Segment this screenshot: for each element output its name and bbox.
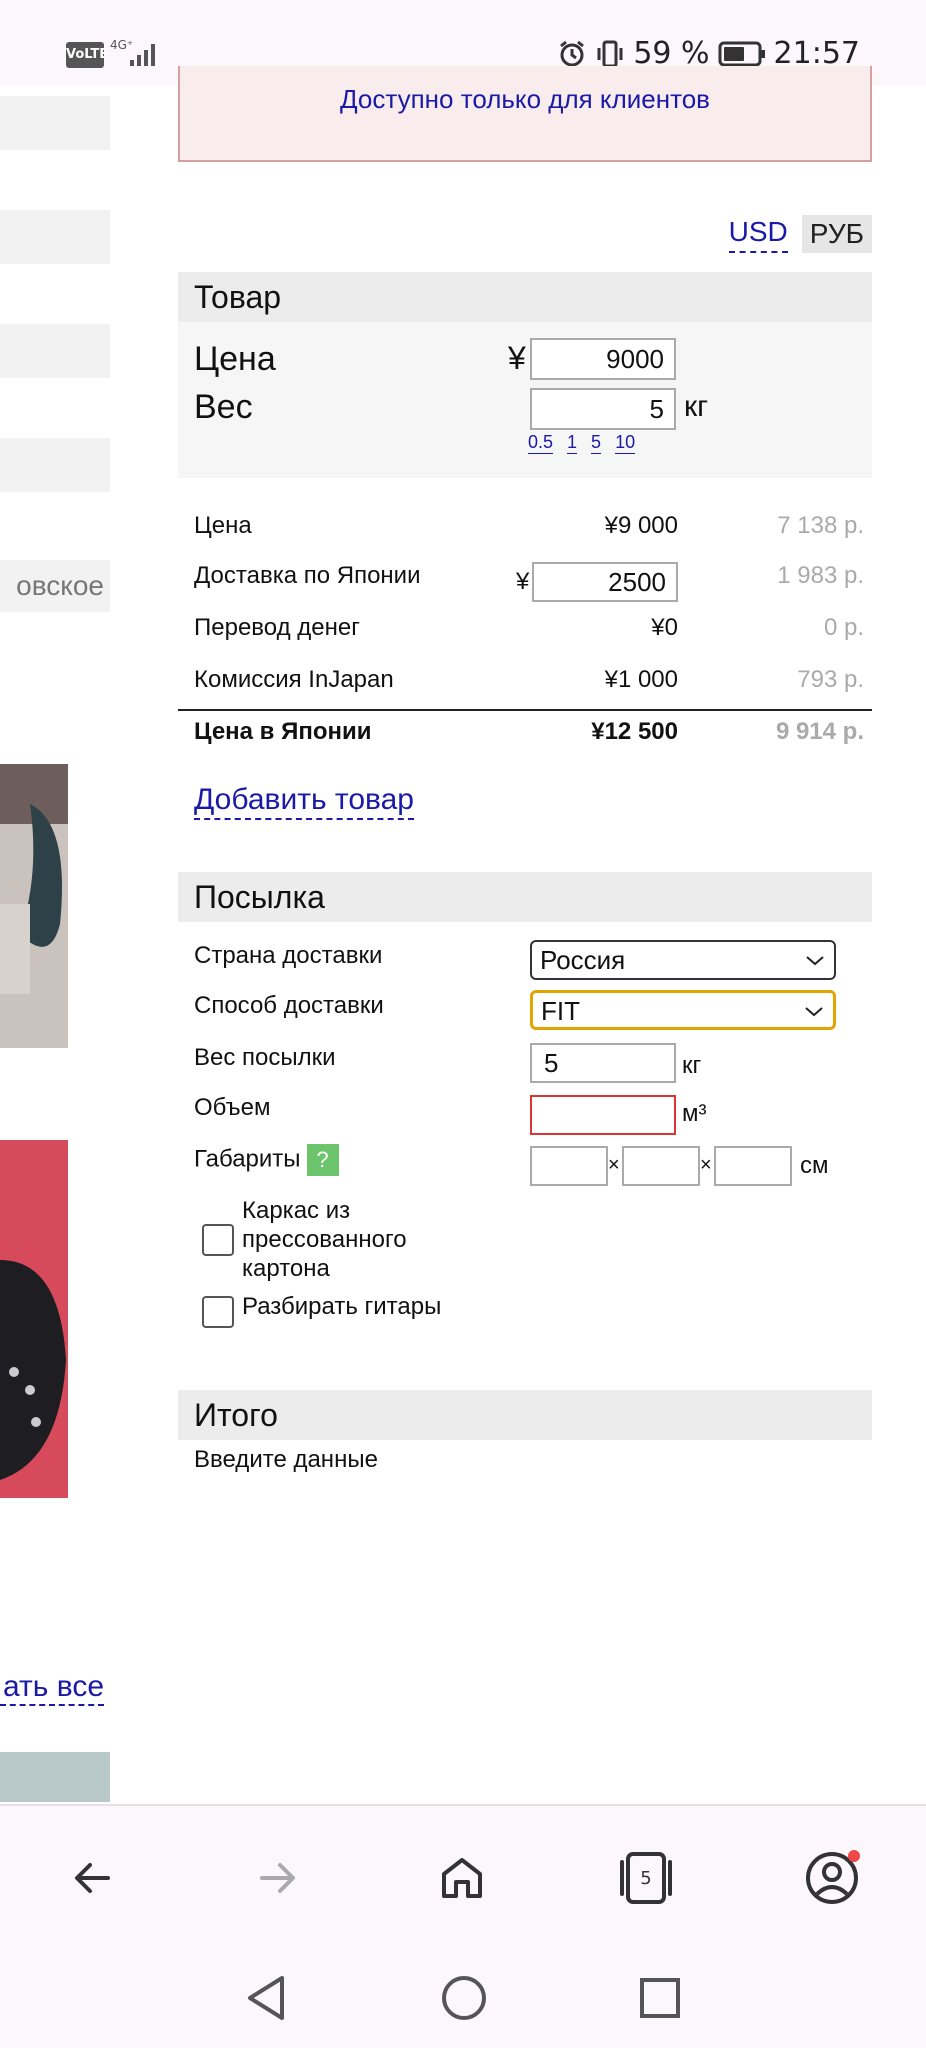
breakdown-domestic-label: Доставка по Японии <box>194 562 421 589</box>
alert-text: Доступно только для клиентов <box>340 84 710 114</box>
breakdown-price-value: ¥9 000 <box>604 512 678 539</box>
parcel-heading: Посылка <box>178 872 872 922</box>
system-back-icon[interactable] <box>244 1974 288 2022</box>
japan-total-label: Цена в Японии <box>194 718 372 745</box>
system-nav-bar <box>0 1950 926 2048</box>
japan-total-rub: 9 914 р. <box>775 718 864 745</box>
quick-weight-0-5[interactable]: 0.5 <box>528 432 554 454</box>
dims-unit: см <box>800 1152 829 1179</box>
breakdown-commission-rub: 793 р. <box>797 666 864 693</box>
breakdown-domestic-rub: 1 983 р. <box>777 562 864 589</box>
weight-label: Вес <box>194 388 253 426</box>
forward-button[interactable] <box>246 1846 310 1910</box>
left-partial-text: овское <box>0 560 110 612</box>
country-label: Страна доставки <box>194 942 383 969</box>
show-all-link[interactable]: ать все <box>0 1670 104 1706</box>
tabs-button[interactable]: 5 <box>614 1846 678 1910</box>
breakdown-transfer-value: ¥0 <box>651 614 678 641</box>
home-button[interactable] <box>430 1846 494 1910</box>
disassemble-guitars-checkbox[interactable] <box>202 1296 234 1328</box>
home-icon <box>442 1858 482 1898</box>
breakdown-commission-value: ¥1 000 <box>604 666 678 693</box>
parcel-weight-unit: кг <box>682 1052 702 1079</box>
left-partial-strip <box>0 324 110 378</box>
quick-weight-5[interactable]: 5 <box>591 432 602 454</box>
delivery-method-select[interactable]: FIT <box>530 990 836 1030</box>
dimensions-help-button[interactable]: ? <box>306 1144 339 1176</box>
back-arrow-icon <box>75 1863 110 1893</box>
width-input[interactable] <box>622 1146 700 1186</box>
chevron-down-icon <box>806 956 824 966</box>
dims-separator: × <box>700 1154 712 1176</box>
system-recents-icon[interactable] <box>638 1976 682 2020</box>
breakdown-commission-label: Комиссия InJapan <box>194 666 394 693</box>
quick-weight-1[interactable]: 1 <box>567 432 578 454</box>
profile-button[interactable] <box>800 1846 864 1910</box>
quick-weight-list: 0.5 1 5 10 <box>528 432 636 454</box>
price-label: Цена <box>194 340 276 378</box>
volte-icon: VoLTE <box>66 42 108 68</box>
left-partial-strip <box>0 1752 110 1802</box>
length-input[interactable] <box>530 1146 608 1186</box>
country-selected-value: Россия <box>540 945 626 975</box>
product-photo[interactable] <box>0 1140 68 1498</box>
battery-icon <box>718 41 765 66</box>
forward-arrow-icon <box>260 1863 295 1893</box>
breakdown-price-rub: 7 138 р. <box>777 512 864 539</box>
chevron-down-icon <box>805 1007 823 1017</box>
volume-input[interactable] <box>530 1095 676 1135</box>
photo-image <box>0 764 68 1048</box>
add-goods-link[interactable]: Добавить товар <box>194 782 414 820</box>
domestic-currency: ¥ <box>516 568 530 595</box>
quick-weight-10[interactable]: 10 <box>615 432 636 454</box>
country-select[interactable]: Россия <box>530 940 836 980</box>
system-home-icon[interactable] <box>440 1974 488 2022</box>
goods-heading: Товар <box>178 272 872 322</box>
dimensions-label-row: Габариты? <box>194 1144 339 1176</box>
product-photo[interactable] <box>0 764 68 1048</box>
price-currency: ¥ <box>508 340 526 376</box>
clients-only-alert: Доступно только для клиентов <box>178 66 872 162</box>
weight-input[interactable]: 5 <box>530 388 676 430</box>
volume-label: Объем <box>194 1094 271 1121</box>
method-selected-value: FIT <box>541 996 580 1026</box>
dimensions-label: Габариты <box>194 1145 301 1173</box>
browser-toolbar: 5 <box>0 1804 926 1950</box>
total-divider <box>178 709 872 711</box>
currency-rub-selected[interactable]: РУБ <box>801 215 872 253</box>
vibrate-icon <box>597 40 623 67</box>
left-partial-strip <box>0 96 110 150</box>
photo-image <box>0 1140 68 1498</box>
weight-unit: кг <box>684 390 709 423</box>
total-hint: Введите данные <box>194 1446 378 1473</box>
currency-switch: USD РУБ <box>728 215 872 253</box>
disassemble-guitars-label: Разбирать гитары <box>242 1293 442 1320</box>
back-button[interactable] <box>60 1846 124 1910</box>
currency-usd-link[interactable]: USD <box>728 215 788 253</box>
dims-separator: × <box>608 1154 620 1176</box>
parcel-weight-label: Вес посылки <box>194 1044 336 1071</box>
tab-count: 5 <box>640 1867 652 1889</box>
parcel-weight-input[interactable]: 5 <box>530 1043 676 1083</box>
height-input[interactable] <box>714 1146 792 1186</box>
volume-unit: м³ <box>682 1100 707 1127</box>
alarm-icon <box>560 40 585 66</box>
breakdown-price-label: Цена <box>194 512 252 539</box>
method-label: Способ доставки <box>194 992 384 1019</box>
cardboard-frame-label: Каркас из прессованного картона <box>242 1197 407 1282</box>
left-partial-strip <box>0 438 110 492</box>
japan-total-value: ¥12 500 <box>591 718 678 745</box>
left-partial-strip <box>0 210 110 264</box>
domestic-shipping-input[interactable]: 2500 <box>532 562 678 602</box>
cardboard-frame-checkbox[interactable] <box>202 1224 234 1256</box>
total-heading: Итого <box>178 1390 872 1440</box>
breakdown-transfer-rub: 0 р. <box>823 614 864 641</box>
account-icon <box>806 1850 860 1904</box>
price-input[interactable]: 9000 <box>530 338 676 380</box>
breakdown-transfer-label: Перевод денег <box>194 614 360 641</box>
signal-icon <box>130 44 155 66</box>
